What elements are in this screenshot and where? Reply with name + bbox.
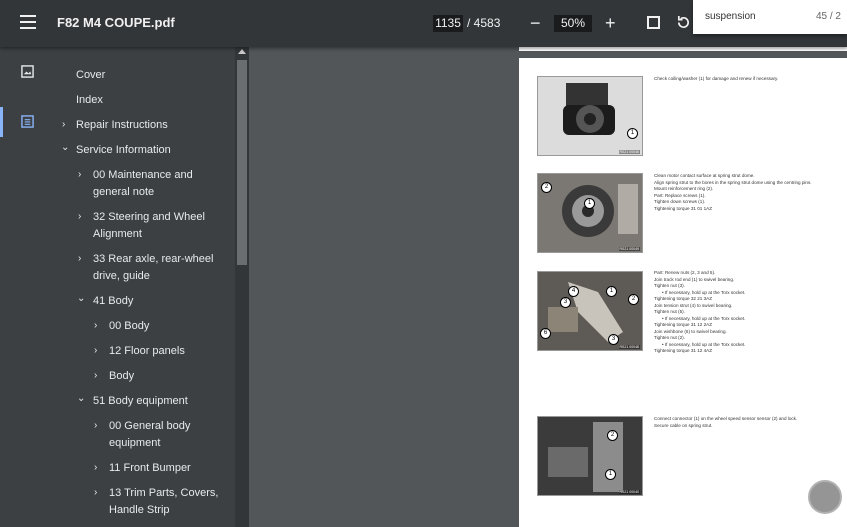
callout-2: 2 — [541, 182, 552, 193]
figure-1-drawing — [563, 83, 615, 135]
outline-icon[interactable] — [21, 115, 34, 128]
figure-id: RS21 00048 — [618, 345, 640, 349]
outline-item-41-body[interactable]: 41 Body — [93, 293, 133, 310]
callout-1: 1 — [605, 469, 616, 480]
pdf-page: 1 RS21 00046 Check coiling/washer (1) fo… — [519, 58, 847, 527]
chevron-right-icon[interactable]: › — [94, 420, 97, 431]
scrollbar-thumb[interactable] — [237, 60, 247, 265]
image-icon[interactable] — [21, 65, 34, 78]
chevron-right-icon[interactable]: › — [78, 253, 81, 264]
chevron-right-icon[interactable]: › — [94, 462, 97, 473]
fit-page-icon[interactable] — [647, 16, 660, 29]
callout-3: 3 — [608, 334, 619, 345]
outline-item-51-body-equipment[interactable]: 51 Body equipment — [93, 393, 188, 410]
outline-panel: Cover Index › Repair Instructions ⌄ Serv… — [54, 47, 235, 527]
chevron-down-icon[interactable]: ⌄ — [77, 393, 85, 404]
figure-id: RS21 00040 — [618, 490, 640, 494]
search-input[interactable]: suspension — [705, 11, 756, 22]
figure-4-drawing — [538, 417, 642, 495]
figure-spring-strut-top: 1 RS21 00046 — [537, 76, 643, 156]
chevron-right-icon[interactable]: › — [94, 320, 97, 331]
page-number-input[interactable]: 1135 — [433, 15, 463, 32]
outline-item-00-maintenance[interactable]: 00 Maintenance and general note — [93, 167, 193, 201]
outline-scrollbar[interactable] — [235, 47, 249, 527]
figure-id: RS21 00049 — [618, 247, 640, 251]
chevron-right-icon[interactable]: › — [94, 487, 97, 498]
zoom-input[interactable]: 50% — [554, 15, 592, 32]
outline-item-33-rear-axle[interactable]: 33 Rear axle, rear-wheel drive, guide — [93, 251, 213, 285]
sidebar-rail — [0, 47, 54, 527]
floating-action-button[interactable] — [808, 480, 842, 514]
zoom-in-button[interactable]: + — [605, 14, 616, 32]
callout-6: 6 — [540, 328, 551, 339]
figure-id: RS21 00046 — [618, 150, 640, 154]
callout-1: 1 — [584, 198, 595, 209]
find-bar: suspension 45 / 2 — [693, 0, 847, 34]
chevron-right-icon[interactable]: › — [94, 370, 97, 381]
page-total: / 4583 — [467, 16, 501, 30]
outline-item-11-front-bumper[interactable]: 11 Front Bumper — [109, 460, 191, 477]
outline-item-13-trim-parts[interactable]: 13 Trim Parts, Covers, Handle Strip — [109, 485, 218, 519]
step-text-3: Part: Renew nuts (2, 3 and 5). Join track… — [654, 270, 746, 353]
outline-item-service-information[interactable]: Service Information — [76, 142, 171, 159]
callout-2: 2 — [628, 294, 639, 305]
step-text-4: Connect connector (1) on the wheel speed… — [654, 416, 798, 428]
step-text-1: Check coiling/washer (1) for damage and … — [654, 76, 779, 81]
document-title: F82 M4 COUPE.pdf — [57, 15, 175, 30]
outline-item-12-floor-panels[interactable]: 12 Floor panels — [109, 343, 185, 360]
callout-4: 4 — [568, 286, 579, 297]
chevron-right-icon[interactable]: › — [78, 211, 81, 222]
callout-1: 1 — [606, 286, 617, 297]
previous-page-edge — [519, 47, 847, 51]
chevron-right-icon[interactable]: › — [94, 345, 97, 356]
chevron-right-icon[interactable]: › — [62, 119, 65, 130]
outline-item-00-body[interactable]: 00 Body — [109, 318, 149, 335]
outline-item-32-steering[interactable]: 32 Steering and Wheel Alignment — [93, 209, 205, 243]
search-match-count: 45 / 2 — [815, 11, 841, 22]
chevron-right-icon[interactable]: › — [78, 169, 81, 180]
scroll-up-icon[interactable] — [238, 49, 246, 54]
outline-item-index[interactable]: Index — [76, 92, 103, 109]
figure-strut-dome: 2 1 RS21 00049 — [537, 173, 643, 253]
chevron-down-icon[interactable]: ⌄ — [61, 142, 69, 153]
zoom-out-button[interactable]: − — [530, 14, 541, 32]
rotate-icon[interactable] — [676, 15, 691, 30]
outline-item-00-general-body-equipment[interactable]: 00 General body equipment — [109, 418, 190, 452]
callout-3: 3 — [560, 297, 571, 308]
outline-item-cover[interactable]: Cover — [76, 67, 105, 84]
step-text-2: Clean motor contact surface at spring st… — [654, 173, 812, 211]
callout-1: 1 — [627, 128, 638, 139]
figure-3-drawing — [538, 272, 642, 350]
selected-indicator — [0, 107, 3, 137]
outline-item-repair-instructions[interactable]: Repair Instructions — [76, 117, 168, 134]
figure-wheel-speed-sensor: 2 1 RS21 00040 — [537, 416, 643, 496]
hamburger-icon[interactable] — [20, 15, 36, 31]
chevron-down-icon[interactable]: ⌄ — [77, 293, 85, 304]
figure-2-drawing — [538, 174, 642, 252]
outline-item-body[interactable]: Body — [109, 368, 134, 385]
callout-2: 2 — [607, 430, 618, 441]
figure-swivel-bearing: 4 3 1 2 6 3 RS21 00048 — [537, 271, 643, 351]
